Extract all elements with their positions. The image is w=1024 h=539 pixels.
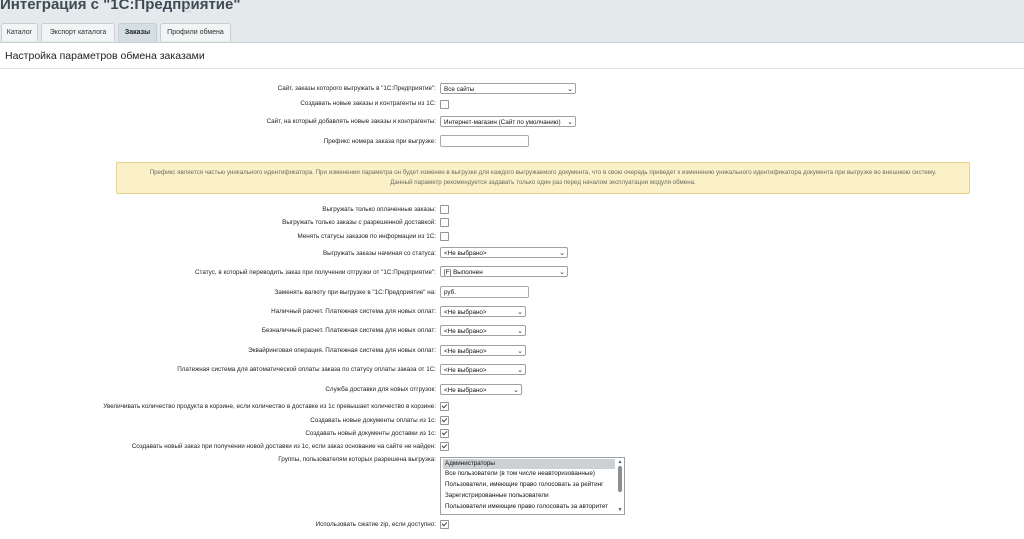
scrollbar[interactable]: ▲ ▼ [617,459,623,513]
chevron-down-icon: ⌄ [559,250,565,257]
page-title-text: Интеграция с "1С:Предприятие" [0,0,241,13]
create-new-label: Создавать новые заказы и контрагенты из … [300,100,436,107]
page-title: Интеграция с "1С:Предприятие" [0,0,240,18]
prefix-note: Префикс является частью уникального иден… [116,162,970,194]
chevron-down-icon: ⌄ [517,328,523,335]
chevron-down-icon: ⌄ [513,387,519,394]
list-item[interactable]: Пользователи, имеющие право голосовать з… [443,480,615,490]
chevron-down-icon: ⌄ [517,367,523,374]
tab-catalog[interactable]: Каталог [1,23,38,41]
list-item[interactable]: Все пользователи (в том числе неавторизо… [443,469,615,479]
acquiring-label: Эквайринговая операция. Платежная систем… [248,347,436,354]
chevron-down-icon: ⌄ [517,309,523,316]
list-item[interactable]: Пользователи имеющие право голосовать за… [443,502,615,512]
create-order-checkbox[interactable] [440,442,449,451]
select-value: <Не выбрано> [444,309,487,316]
tab-exchange-profiles[interactable]: Профили обмена [160,23,231,41]
list-item[interactable]: Администраторы [443,459,615,469]
paid-only-label: Выгружать только оплаченные заказы: [322,206,436,213]
tab-label: Заказы [124,29,151,36]
create-deliveries-label: Создавать новый документы доставки из 1с… [305,430,436,437]
change-status-checkbox[interactable] [440,232,449,241]
cashless-label: Безналичный расчет. Платежная система дл… [261,327,436,334]
favorite-star-icon[interactable]: ☆ [183,2,194,16]
tab-label: Экспорт каталога [49,29,107,36]
shipped-status-label: Статус, в который переводить заказ при п… [195,269,436,276]
from-status-select[interactable]: <Не выбрано> ⌄ [440,247,568,258]
currency-input[interactable]: руб. [440,286,529,298]
create-deliveries-checkbox[interactable] [440,429,449,438]
select-value: <Не выбрано> [444,250,487,257]
delivery-service-label: Служба доставки для новых отгрузок: [325,386,436,393]
delivery-service-select[interactable]: <Не выбрано> ⌄ [440,384,522,395]
auto-pay-label: Платежная система для автоматической опл… [177,366,436,373]
zip-label: Использовать сжатие zip, если доступно: [315,521,436,528]
select-value: <Не выбрано> [444,387,487,394]
scroll-up-icon[interactable]: ▲ [617,459,623,465]
list-item[interactable]: Зарегистрированные пользователи [443,491,615,501]
select-value: <Не выбрано> [444,367,487,374]
target-site-select[interactable]: Интернет-магазин (Сайт по умолчанию) ⌄ [440,116,576,127]
target-site-label: Сайт, на который добавлять новые заказы … [266,118,436,125]
prefix-label: Префикс номера заказа при выгрузке: [323,138,436,145]
select-value: [F] Выполнен [444,269,483,276]
cash-label: Наличный расчет. Платежная система для н… [271,308,436,315]
acquiring-select[interactable]: <Не выбрано> ⌄ [440,345,526,356]
change-status-label: Менять статусы заказов по информации из … [297,233,436,240]
create-payments-label: Создавать новые документы оплаты из 1с: [310,417,436,424]
cashless-select[interactable]: <Не выбрано> ⌄ [440,325,526,336]
create-new-checkbox[interactable] [440,100,449,109]
site-label: Сайт, заказы которого выгружать в "1С:Пр… [277,85,436,92]
cash-select[interactable]: <Не выбрано> ⌄ [440,306,526,317]
tab-label: Каталог [6,29,33,36]
scrollbar-thumb[interactable] [618,466,622,492]
scroll-down-icon[interactable]: ▼ [617,507,623,513]
create-order-label: Создавать новый заказ при получении ново… [131,443,436,450]
create-payments-checkbox[interactable] [440,416,449,425]
select-value: Все сайты [444,86,475,93]
tab-catalog-export[interactable]: Экспорт каталога [41,23,115,41]
select-value: Интернет-магазин (Сайт по умолчанию) [444,119,561,126]
shipped-status-select[interactable]: [F] Выполнен ⌄ [440,266,568,277]
prefix-input[interactable] [440,135,529,147]
chevron-down-icon: ⌄ [559,269,565,276]
auto-pay-select[interactable]: <Не выбрано> ⌄ [440,364,526,375]
chevron-down-icon: ⌄ [567,86,573,93]
from-status-label: Выгружать заказы начиная со статуса: [322,250,436,257]
select-value: <Не выбрано> [444,328,487,335]
increase-qty-label: Увеличивать количество продукта в корзин… [103,403,436,410]
site-select[interactable]: Все сайты ⌄ [440,83,576,94]
delivery-allowed-checkbox[interactable] [440,218,449,227]
note-line-1: Префикс является частью уникального иден… [149,169,937,176]
tab-orders[interactable]: Заказы [118,23,157,42]
groups-listbox[interactable]: Администраторы Все пользователи (в том ч… [440,457,625,515]
currency-label: Заменять валюту при выгрузке в "1С:Предп… [274,289,436,296]
chevron-down-icon: ⌄ [567,119,573,126]
select-value: <Не выбрано> [444,348,487,355]
increase-qty-checkbox[interactable] [440,402,449,411]
note-line-2: Данный параметр рекомендуется задавать т… [390,179,696,186]
tab-label: Профили обмена [167,29,224,36]
paid-only-checkbox[interactable] [440,205,449,214]
chevron-down-icon: ⌄ [517,348,523,355]
delivery-allowed-label: Выгружать только заказы с разрешенной до… [282,219,436,226]
groups-label: Группы, пользователям которых разрешена … [278,456,436,463]
zip-checkbox[interactable] [440,520,449,529]
